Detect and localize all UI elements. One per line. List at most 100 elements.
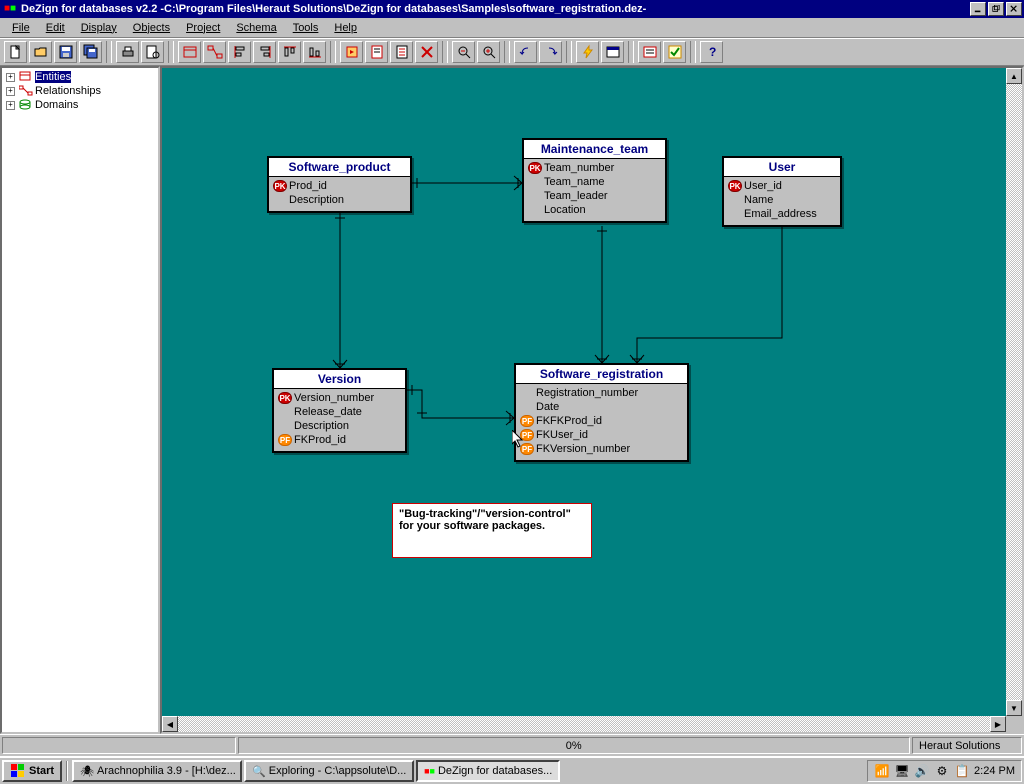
menu-objects[interactable]: Objects (125, 20, 178, 36)
close-button[interactable] (1006, 2, 1022, 16)
tray-icon-4[interactable]: ⚙ (934, 763, 950, 779)
entity-software-registration[interactable]: Software_registration Registration_numbe… (514, 363, 689, 462)
save-button[interactable] (54, 41, 77, 63)
field-row[interactable]: Location (526, 203, 663, 217)
menu-project[interactable]: Project (178, 20, 228, 36)
scroll-left-button[interactable]: ◀ (162, 716, 178, 732)
redo-button[interactable] (539, 41, 562, 63)
new-button[interactable] (4, 41, 27, 63)
field-row[interactable]: Email_address (726, 207, 838, 221)
align-bottom-button[interactable] (303, 41, 326, 63)
tray-clock[interactable]: 2:24 PM (974, 765, 1015, 777)
tray-icon-5[interactable]: 📋 (954, 763, 970, 779)
tray-icon-1[interactable]: 📶 (874, 763, 890, 779)
generate-button[interactable] (340, 41, 363, 63)
save-all-button[interactable] (79, 41, 102, 63)
field-row[interactable]: PFFKFKProd_id (518, 414, 685, 428)
menu-schema[interactable]: Schema (228, 20, 284, 36)
pf-icon: PF (520, 429, 534, 441)
scroll-right-button[interactable]: ▶ (990, 716, 1006, 732)
scroll-corner (1006, 716, 1022, 732)
field-row[interactable]: PKUser_id (726, 179, 838, 193)
tree-label: Relationships (35, 85, 101, 97)
field-row[interactable]: PFFKProd_id (276, 433, 403, 447)
zoom-in-button[interactable] (477, 41, 500, 63)
field-row[interactable]: PFFKUser_id (518, 428, 685, 442)
relationship-tool-button[interactable] (203, 41, 226, 63)
entity-version[interactable]: Version PKVersion_number Release_date De… (272, 368, 407, 453)
task-button-exploring[interactable]: 🔍 Exploring - C:\appsolute\D... (244, 760, 414, 782)
expand-icon[interactable]: + (6, 73, 15, 82)
tray-icon-3[interactable]: 🔊 (914, 763, 930, 779)
list-button[interactable] (638, 41, 661, 63)
pk-icon: PK (278, 392, 292, 404)
field-row[interactable]: PKProd_id (271, 179, 408, 193)
validate-button[interactable] (415, 41, 438, 63)
menu-tools[interactable]: Tools (285, 20, 327, 36)
field-row[interactable]: PKTeam_number (526, 161, 663, 175)
diagram-canvas[interactable]: Software_product PKProd_id Description M… (162, 68, 1022, 732)
vertical-scrollbar[interactable]: ▲ ▼ (1006, 68, 1022, 716)
menu-help[interactable]: Help (326, 20, 365, 36)
scroll-down-button[interactable]: ▼ (1006, 700, 1022, 716)
entity-title: Software_product (269, 158, 410, 177)
tree-panel[interactable]: + Entities + Relationships + Domains (0, 66, 160, 734)
align-top-button[interactable] (278, 41, 301, 63)
field-row[interactable]: Description (271, 193, 408, 207)
task-button-arachnophilia[interactable]: 🕷 Arachnophilia 3.9 - [H:\dez... (72, 760, 242, 782)
align-left-button[interactable] (228, 41, 251, 63)
scroll-up-button[interactable]: ▲ (1006, 68, 1022, 84)
start-button[interactable]: Start (2, 760, 62, 782)
field-row[interactable]: PKVersion_number (276, 391, 403, 405)
tree-item-domains[interactable]: + Domains (4, 98, 156, 112)
tree-item-entities[interactable]: + Entities (4, 70, 156, 84)
horizontal-scrollbar[interactable]: ◀ ▶ (162, 716, 1006, 732)
field-name: Release_date (294, 406, 362, 418)
field-row[interactable]: Date (518, 400, 685, 414)
entity-software-product[interactable]: Software_product PKProd_id Description (267, 156, 412, 213)
entity-tool-button[interactable] (178, 41, 201, 63)
field-row[interactable]: Description (276, 419, 403, 433)
restore-button[interactable] (988, 2, 1004, 16)
expand-icon[interactable]: + (6, 87, 15, 96)
print-button[interactable] (116, 41, 139, 63)
scroll-track[interactable] (1006, 84, 1022, 700)
field-row[interactable]: PFFKVersion_number (518, 442, 685, 456)
window-button[interactable] (601, 41, 624, 63)
report-button[interactable] (390, 41, 413, 63)
pk-icon: PK (528, 162, 542, 174)
help-button[interactable]: ? (700, 41, 723, 63)
entity-title: Maintenance_team (524, 140, 665, 159)
task-button-dezign[interactable]: ■■ DeZign for databases... (416, 760, 560, 782)
menu-display[interactable]: Display (73, 20, 125, 36)
align-right-button[interactable] (253, 41, 276, 63)
undo-button[interactable] (514, 41, 537, 63)
field-row[interactable]: Team_leader (526, 189, 663, 203)
svg-text:?: ? (709, 45, 716, 59)
field-name: Registration_number (536, 387, 638, 399)
open-button[interactable] (29, 41, 52, 63)
toolbar: ? (0, 38, 1024, 66)
field-row[interactable]: Release_date (276, 405, 403, 419)
lightning-button[interactable] (576, 41, 599, 63)
minimize-button[interactable] (970, 2, 986, 16)
note-box[interactable]: "Bug-tracking"/"version-control" for you… (392, 503, 592, 558)
entity-user[interactable]: User PKUser_id Name Email_address (722, 156, 842, 227)
note-button[interactable] (365, 41, 388, 63)
field-name: Team_leader (544, 190, 608, 202)
scroll-track[interactable] (178, 716, 990, 732)
tray-icon-2[interactable]: 🖥 (894, 763, 910, 779)
field-row[interactable]: Name (726, 193, 838, 207)
no-key-icon (520, 387, 534, 399)
system-tray[interactable]: 📶 🖥 🔊 ⚙ 📋 2:24 PM (867, 760, 1022, 782)
zoom-out-button[interactable] (452, 41, 475, 63)
field-row[interactable]: Registration_number (518, 386, 685, 400)
menu-edit[interactable]: Edit (38, 20, 73, 36)
print-preview-button[interactable] (141, 41, 164, 63)
expand-icon[interactable]: + (6, 101, 15, 110)
menu-file[interactable]: File (4, 20, 38, 36)
entity-maintenance-team[interactable]: Maintenance_team PKTeam_number Team_name… (522, 138, 667, 223)
check-button[interactable] (663, 41, 686, 63)
tree-item-relationships[interactable]: + Relationships (4, 84, 156, 98)
field-row[interactable]: Team_name (526, 175, 663, 189)
